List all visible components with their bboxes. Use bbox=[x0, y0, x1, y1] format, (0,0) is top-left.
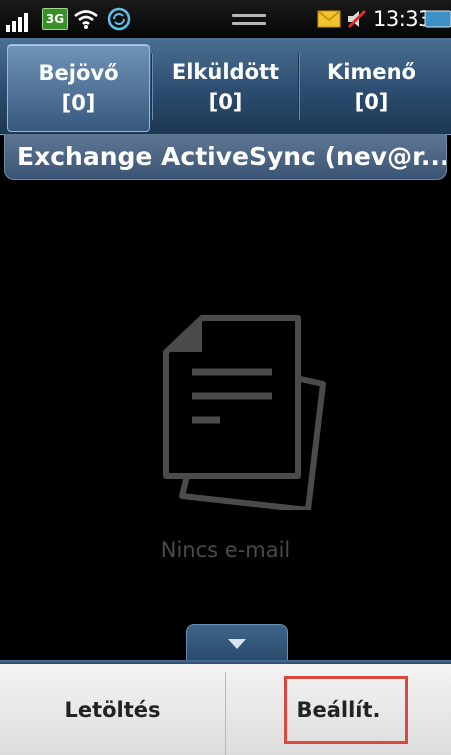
wifi-icon bbox=[73, 0, 99, 38]
empty-state-message: Nincs e-mail bbox=[160, 538, 291, 562]
menu-icon[interactable] bbox=[232, 0, 266, 38]
status-bar: 3G 13:33 bbox=[0, 0, 451, 38]
clock: 13:33 bbox=[373, 7, 432, 31]
sync-icon bbox=[106, 0, 132, 38]
tab-outbox-label: Kimenő bbox=[327, 59, 416, 84]
3g-icon: 3G bbox=[42, 8, 68, 30]
tab-sent[interactable]: Elküldött [0] bbox=[155, 44, 296, 130]
tab-divider bbox=[298, 54, 299, 120]
tab-inbox-count: [0] bbox=[61, 91, 96, 115]
signal-icon bbox=[6, 6, 28, 32]
tab-outbox-count: [0] bbox=[354, 90, 389, 114]
tab-inbox[interactable]: Bejövő [0] bbox=[7, 44, 150, 132]
tab-sent-count: [0] bbox=[208, 90, 243, 114]
tab-sent-label: Elküldött bbox=[171, 59, 280, 84]
highlight-frame bbox=[284, 676, 408, 744]
account-title[interactable]: Exchange ActiveSync (nev@r... bbox=[4, 134, 447, 180]
drawer-handle[interactable] bbox=[186, 624, 288, 663]
documents-icon bbox=[158, 314, 332, 513]
mute-icon bbox=[344, 0, 370, 38]
tab-divider bbox=[151, 54, 152, 120]
battery-icon bbox=[424, 0, 451, 38]
download-button[interactable]: Letöltés bbox=[0, 664, 225, 755]
chevron-down-icon bbox=[228, 639, 246, 649]
tab-outbox[interactable]: Kimenő [0] bbox=[301, 44, 442, 130]
mailbox-tabs: Bejövő [0] Elküldött [0] Kimenő [0] bbox=[0, 38, 451, 135]
mail-icon bbox=[315, 0, 343, 38]
tab-inbox-label: Bejövő bbox=[38, 60, 119, 85]
